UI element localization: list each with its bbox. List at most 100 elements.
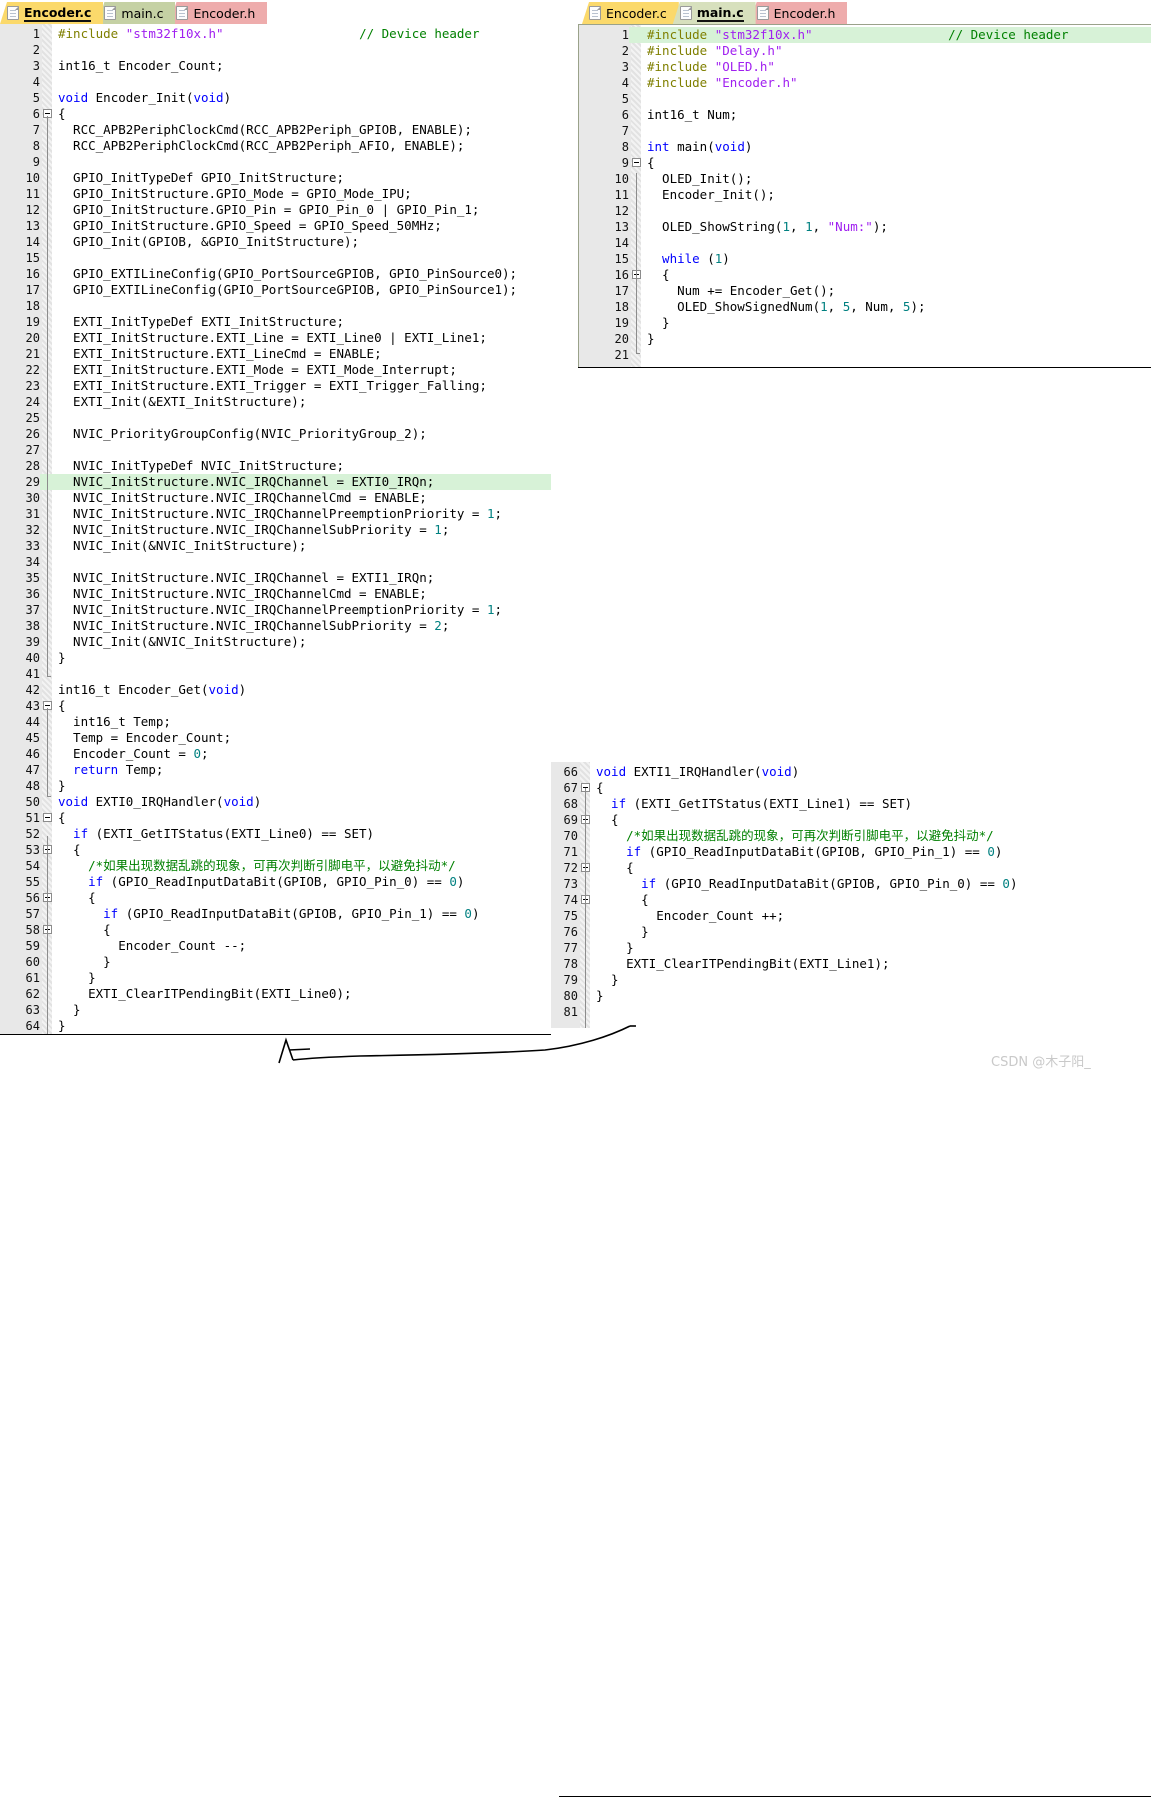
code-line[interactable]: 43{ [0, 698, 551, 714]
code-line[interactable]: 9 [0, 154, 551, 170]
code-line[interactable]: 79 } [551, 972, 1151, 988]
code-line[interactable]: 22 EXTI_InitStructure.EXTI_Mode = EXTI_M… [0, 362, 551, 378]
code-line[interactable]: 54 /*如果出现数据乱跳的现象，可再次判断引脚电平，以避免抖动*/ [0, 858, 551, 874]
code-line[interactable]: 21 [579, 347, 1151, 363]
code-line[interactable]: 5void Encoder_Init(void) [0, 90, 551, 106]
code-line[interactable]: 27 [0, 442, 551, 458]
code-line[interactable]: 4#include "Encoder.h" [579, 75, 1151, 91]
code-line[interactable]: 10 GPIO_InitTypeDef GPIO_InitStructure; [0, 170, 551, 186]
code-line[interactable]: 28 NVIC_InitTypeDef NVIC_InitStructure; [0, 458, 551, 474]
code-line[interactable]: 73 if (GPIO_ReadInputDataBit(GPIOB, GPIO… [551, 876, 1151, 892]
code-line[interactable]: 11 Encoder_Init(); [579, 187, 1151, 203]
code-line[interactable]: 69 { [551, 812, 1151, 828]
code-line[interactable]: 61 } [0, 970, 551, 986]
tab-encoder-h[interactable]: Encoder.h [750, 2, 848, 24]
code-line[interactable]: 63 } [0, 1002, 551, 1018]
code-line[interactable]: 17 Num += Encoder_Get(); [579, 283, 1151, 299]
right-bottom-code-editor[interactable]: 66void EXTI1_IRQHandler(void)67{68 if (E… [551, 762, 1151, 1034]
code-line[interactable]: 29 NVIC_InitStructure.NVIC_IRQChannel = … [0, 474, 551, 490]
code-line[interactable]: 74 { [551, 892, 1151, 908]
fold-toggle-icon[interactable] [632, 158, 641, 167]
code-line[interactable]: 80} [551, 988, 1151, 1004]
code-line[interactable]: 12 GPIO_InitStructure.GPIO_Pin = GPIO_Pi… [0, 202, 551, 218]
code-line[interactable]: 20 EXTI_InitStructure.EXTI_Line = EXTI_L… [0, 330, 551, 346]
code-line[interactable]: 13 OLED_ShowString(1, 1, "Num:"); [579, 219, 1151, 235]
code-line[interactable]: 17 GPIO_EXTILineConfig(GPIO_PortSourceGP… [0, 282, 551, 298]
tab-encoder-h[interactable]: Encoder.h [169, 2, 267, 24]
code-line[interactable]: 1#include "stm32f10x.h" // Device header [0, 26, 551, 42]
code-line[interactable]: 12 [579, 203, 1151, 219]
code-line[interactable]: 1#include "stm32f10x.h" // Device header [579, 27, 1151, 43]
code-line[interactable]: 3int16_t Encoder_Count; [0, 58, 551, 74]
code-line[interactable]: 39 NVIC_Init(&NVIC_InitStructure); [0, 634, 551, 650]
code-line[interactable]: 20} [579, 331, 1151, 347]
code-line[interactable]: 40} [0, 650, 551, 666]
code-line[interactable]: 15 while (1) [579, 251, 1151, 267]
right-top-tab-bar[interactable]: Encoder.cmain.cEncoder.h [560, 0, 1151, 24]
tab-encoder-c[interactable]: Encoder.c [582, 2, 679, 24]
code-line[interactable]: 67{ [551, 780, 1151, 796]
code-line[interactable]: 55 if (GPIO_ReadInputDataBit(GPIOB, GPIO… [0, 874, 551, 890]
code-line[interactable]: 41 [0, 666, 551, 682]
code-line[interactable]: 34 [0, 554, 551, 570]
code-line[interactable]: 21 EXTI_InitStructure.EXTI_LineCmd = ENA… [0, 346, 551, 362]
code-line[interactable]: 19 } [579, 315, 1151, 331]
code-line[interactable]: 18 OLED_ShowSignedNum(1, 5, Num, 5); [579, 299, 1151, 315]
code-line[interactable]: 66void EXTI1_IRQHandler(void) [551, 764, 1151, 780]
code-line[interactable]: 38 NVIC_InitStructure.NVIC_IRQChannelSub… [0, 618, 551, 634]
code-line[interactable]: 53 { [0, 842, 551, 858]
code-line[interactable]: 6{ [0, 106, 551, 122]
code-line[interactable]: 18 [0, 298, 551, 314]
left-code-editor[interactable]: Encoder.cmain.cEncoder.h 1#include "stm3… [0, 0, 551, 1034]
code-line[interactable]: 32 NVIC_InitStructure.NVIC_IRQChannelSub… [0, 522, 551, 538]
code-line[interactable]: 4 [0, 74, 551, 90]
code-line[interactable]: 64} [0, 1018, 551, 1034]
code-line[interactable]: 8 RCC_APB2PeriphClockCmd(RCC_APB2Periph_… [0, 138, 551, 154]
code-line[interactable]: 5 [579, 91, 1151, 107]
code-line[interactable]: 11 GPIO_InitStructure.GPIO_Mode = GPIO_M… [0, 186, 551, 202]
code-line[interactable]: 45 Temp = Encoder_Count; [0, 730, 551, 746]
code-line[interactable]: 7 [579, 123, 1151, 139]
code-line[interactable]: 6int16_t Num; [579, 107, 1151, 123]
tab-main-c[interactable]: main.c [673, 2, 756, 24]
code-line[interactable]: 76 } [551, 924, 1151, 940]
right-bottom-code-area[interactable]: 66void EXTI1_IRQHandler(void)67{68 if (E… [551, 762, 1151, 1028]
code-line[interactable]: 56 { [0, 890, 551, 906]
code-line[interactable]: 75 Encoder_Count ++; [551, 908, 1151, 924]
code-line[interactable]: 52 if (EXTI_GetITStatus(EXTI_Line0) == S… [0, 826, 551, 842]
code-line[interactable]: 72 { [551, 860, 1151, 876]
code-line[interactable]: 50void EXTI0_IRQHandler(void) [0, 794, 551, 810]
code-line[interactable]: 48} [0, 778, 551, 794]
code-line[interactable]: 33 NVIC_Init(&NVIC_InitStructure); [0, 538, 551, 554]
code-line[interactable]: 81 [551, 1004, 1151, 1020]
code-line[interactable]: 10 OLED_Init(); [579, 171, 1151, 187]
code-line[interactable]: 2#include "Delay.h" [579, 43, 1151, 59]
code-line[interactable]: 46 Encoder_Count = 0; [0, 746, 551, 762]
code-line[interactable]: 15 [0, 250, 551, 266]
code-line[interactable]: 26 NVIC_PriorityGroupConfig(NVIC_Priorit… [0, 426, 551, 442]
code-line[interactable]: 70 /*如果出现数据乱跳的现象，可再次判断引脚电平，以避免抖动*/ [551, 828, 1151, 844]
code-line[interactable]: 51{ [0, 810, 551, 826]
code-line[interactable]: 42int16_t Encoder_Get(void) [0, 682, 551, 698]
fold-toggle-icon[interactable] [43, 813, 52, 822]
code-line[interactable]: 16 { [579, 267, 1151, 283]
code-line[interactable]: 3#include "OLED.h" [579, 59, 1151, 75]
code-line[interactable]: 58 { [0, 922, 551, 938]
code-line[interactable]: 24 EXTI_Init(&EXTI_InitStructure); [0, 394, 551, 410]
code-line[interactable]: 25 [0, 410, 551, 426]
code-line[interactable]: 31 NVIC_InitStructure.NVIC_IRQChannelPre… [0, 506, 551, 522]
code-line[interactable]: 37 NVIC_InitStructure.NVIC_IRQChannelPre… [0, 602, 551, 618]
code-line[interactable]: 36 NVIC_InitStructure.NVIC_IRQChannelCmd… [0, 586, 551, 602]
tab-encoder-c[interactable]: Encoder.c [0, 2, 103, 24]
code-line[interactable]: 23 EXTI_InitStructure.EXTI_Trigger = EXT… [0, 378, 551, 394]
code-line[interactable]: 30 NVIC_InitStructure.NVIC_IRQChannelCmd… [0, 490, 551, 506]
code-line[interactable]: 77 } [551, 940, 1151, 956]
code-line[interactable]: 60 } [0, 954, 551, 970]
left-code-area[interactable]: 1#include "stm32f10x.h" // Device header… [0, 24, 551, 1034]
code-line[interactable]: 71 if (GPIO_ReadInputDataBit(GPIOB, GPIO… [551, 844, 1151, 860]
code-line[interactable]: 78 EXTI_ClearITPendingBit(EXTI_Line1); [551, 956, 1151, 972]
tab-main-c[interactable]: main.c [97, 2, 175, 24]
code-line[interactable]: 7 RCC_APB2PeriphClockCmd(RCC_APB2Periph_… [0, 122, 551, 138]
code-line[interactable]: 68 if (EXTI_GetITStatus(EXTI_Line1) == S… [551, 796, 1151, 812]
code-line[interactable]: 2 [0, 42, 551, 58]
